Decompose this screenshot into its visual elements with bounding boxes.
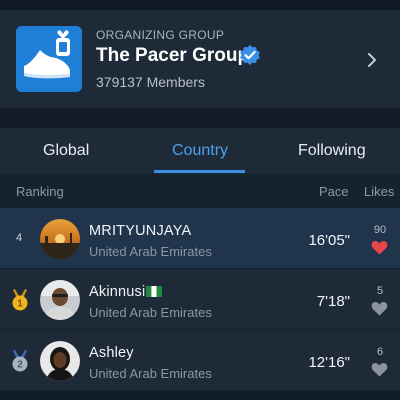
user-pace: 16'05" [308, 232, 350, 249]
avatar[interactable] [40, 219, 80, 259]
user-country: United Arab Emirates [89, 244, 212, 259]
column-header-row: Ranking Pace Likes [0, 174, 400, 208]
pacer-app-logo-icon [16, 26, 82, 92]
column-header-ranking: Ranking [16, 184, 64, 199]
likes-count: 5 [376, 285, 384, 297]
top-strip [0, 0, 400, 10]
avatar[interactable] [40, 280, 80, 320]
heart-liked-icon[interactable] [371, 240, 388, 255]
nigeria-flag-icon [146, 286, 163, 297]
tab-global[interactable]: Global [43, 142, 89, 160]
gold-medal-icon: 1 [12, 289, 28, 311]
likes-count: 6 [376, 346, 384, 358]
chevron-right-icon[interactable] [362, 50, 382, 70]
user-country: United Arab Emirates [89, 366, 212, 381]
leaderboard-row-current-user[interactable]: 4 MRITYUNJAYA United Arab Emirates 16'05… [0, 208, 400, 269]
user-pace: 12'16" [308, 354, 350, 371]
user-name: Akinnusi [89, 284, 163, 300]
section-gap [0, 108, 400, 128]
leaderboard-tabs: Global Country Following [0, 128, 400, 174]
rank-number: 4 [16, 232, 23, 244]
heart-icon[interactable] [371, 301, 388, 316]
heart-icon[interactable] [371, 362, 388, 377]
svg-text:2: 2 [17, 360, 23, 371]
tab-country[interactable]: Country [172, 142, 228, 160]
column-header-pace: Pace [319, 184, 349, 199]
user-pace: 7'18" [316, 293, 350, 310]
column-header-likes: Likes [364, 184, 395, 199]
group-section-label: ORGANIZING GROUP [96, 28, 225, 42]
avatar[interactable] [40, 341, 80, 381]
user-country: United Arab Emirates [89, 305, 212, 320]
leaderboard-row[interactable]: 1 Akinnusi United Arab Emirates 7'18" 5 [0, 269, 400, 330]
silver-medal-icon: 2 [12, 350, 28, 372]
tab-following[interactable]: Following [298, 142, 366, 160]
user-name: Ashley [89, 345, 134, 361]
leaderboard-row[interactable]: 2 Ashley United Arab Emirates 12'16" 6 [0, 330, 400, 391]
group-member-count: 379137 Members [96, 74, 205, 90]
svg-text:1: 1 [17, 299, 23, 310]
organizing-group-card[interactable]: ORGANIZING GROUP The Pacer Group 379137 … [0, 10, 400, 108]
active-tab-indicator [154, 170, 245, 173]
group-name: The Pacer Group [96, 45, 250, 66]
likes-count: 90 [373, 224, 387, 236]
verified-badge-icon [240, 45, 260, 65]
user-name: MRITYUNJAYA [89, 223, 192, 239]
